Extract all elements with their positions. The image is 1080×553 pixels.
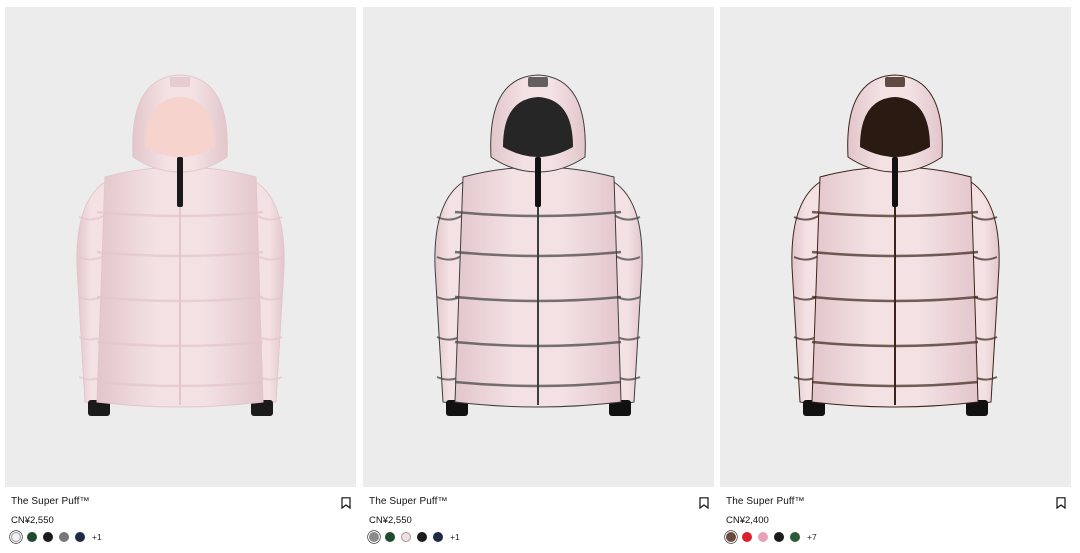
product-price: CN¥2,400 <box>726 515 769 526</box>
product-info: The Super Puff™ CN¥2,400 +7 <box>720 487 1071 547</box>
product-card[interactable]: The Super Puff™ CN¥2,550 +1 <box>5 7 356 547</box>
more-colors-count[interactable]: +7 <box>807 532 817 542</box>
color-swatches: +7 <box>726 532 817 542</box>
color-swatches: +1 <box>369 532 460 542</box>
color-swatch[interactable] <box>774 532 784 542</box>
color-swatch[interactable] <box>726 532 736 542</box>
product-image[interactable] <box>720 7 1071 487</box>
more-colors-count[interactable]: +1 <box>450 532 460 542</box>
color-swatch[interactable] <box>27 532 37 542</box>
product-price: CN¥2,550 <box>11 515 54 526</box>
bookmark-icon[interactable] <box>341 497 351 509</box>
product-grid: The Super Puff™ CN¥2,550 +1 The Super Pu… <box>0 0 1080 553</box>
color-swatches: +1 <box>11 532 102 542</box>
product-image[interactable] <box>363 7 714 487</box>
color-swatch[interactable] <box>433 532 443 542</box>
product-price: CN¥2,550 <box>369 515 412 526</box>
product-title[interactable]: The Super Puff™ <box>726 496 805 507</box>
color-swatch[interactable] <box>59 532 69 542</box>
puffer-jacket-image <box>791 74 1000 416</box>
color-swatch[interactable] <box>742 532 752 542</box>
more-colors-count[interactable]: +1 <box>92 532 102 542</box>
product-title[interactable]: The Super Puff™ <box>369 496 448 507</box>
color-swatch[interactable] <box>369 532 379 542</box>
color-swatch[interactable] <box>401 532 411 542</box>
color-swatch[interactable] <box>43 532 53 542</box>
product-card[interactable]: The Super Puff™ CN¥2,550 +1 <box>363 7 714 547</box>
product-card[interactable]: The Super Puff™ CN¥2,400 +7 <box>720 7 1071 547</box>
product-info: The Super Puff™ CN¥2,550 +1 <box>363 487 714 547</box>
color-swatch[interactable] <box>385 532 395 542</box>
color-swatch[interactable] <box>758 532 768 542</box>
puffer-jacket-image <box>434 74 643 416</box>
color-swatch[interactable] <box>75 532 85 542</box>
puffer-jacket-image <box>76 74 285 416</box>
product-image[interactable] <box>5 7 356 487</box>
color-swatch[interactable] <box>790 532 800 542</box>
product-title[interactable]: The Super Puff™ <box>11 496 90 507</box>
color-swatch[interactable] <box>11 532 21 542</box>
color-swatch[interactable] <box>417 532 427 542</box>
bookmark-icon[interactable] <box>1056 497 1066 509</box>
bookmark-icon[interactable] <box>699 497 709 509</box>
product-info: The Super Puff™ CN¥2,550 +1 <box>5 487 356 547</box>
